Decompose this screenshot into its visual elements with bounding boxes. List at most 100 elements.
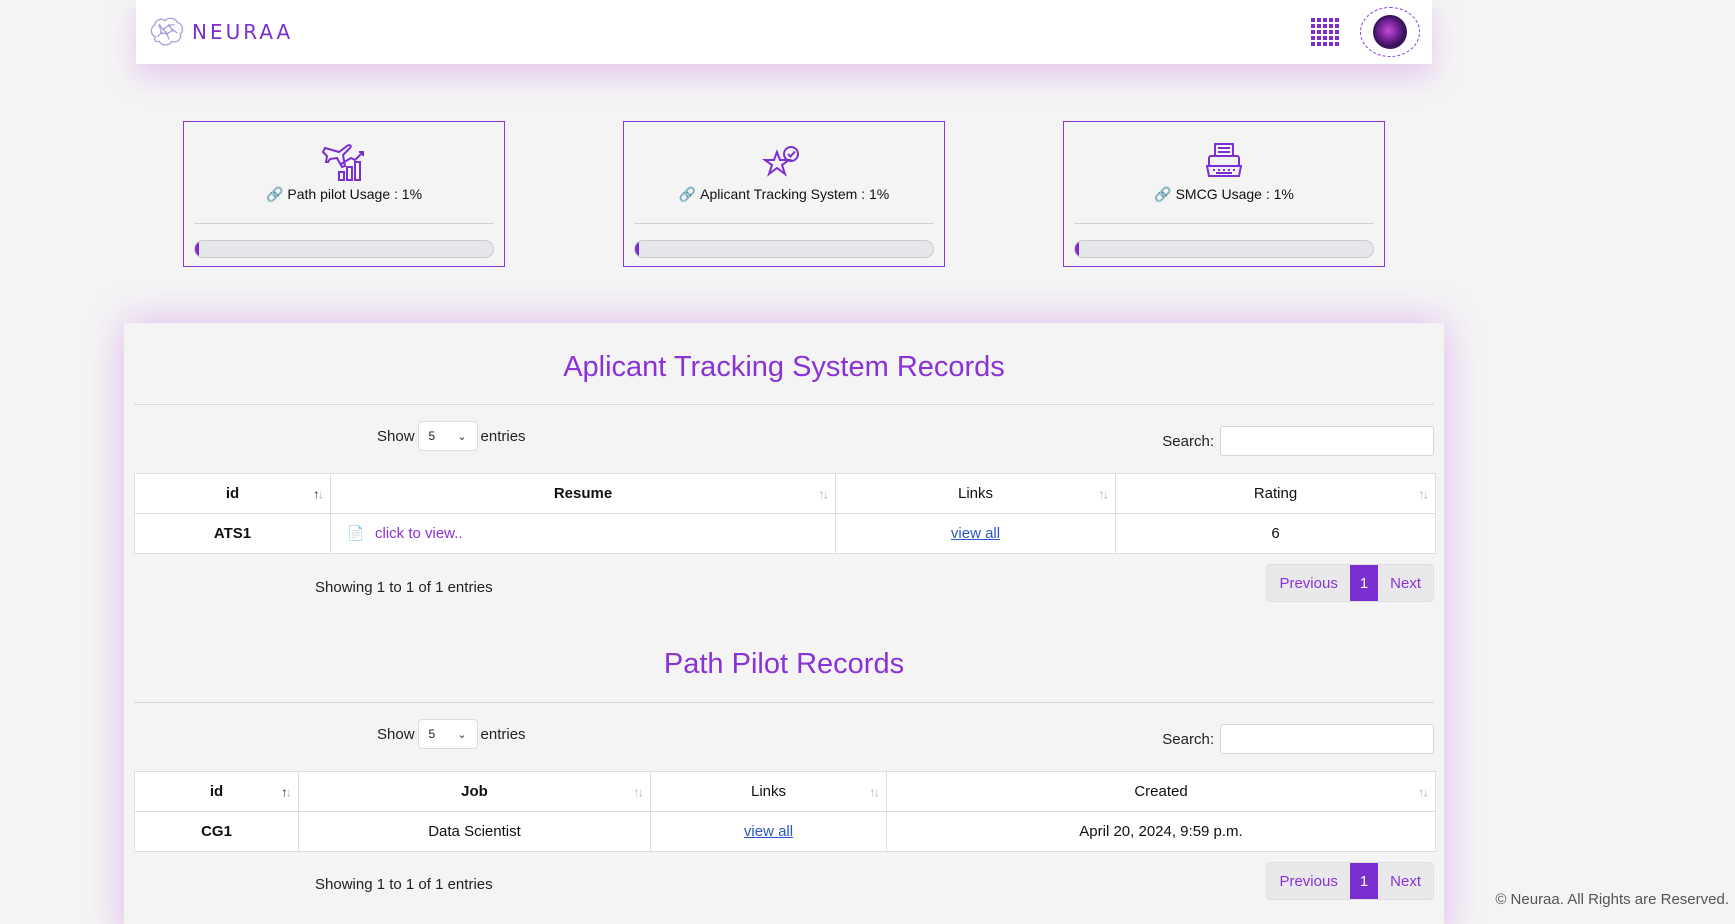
usage-progress-bar xyxy=(194,240,494,258)
pathpilot-table-info: Showing 1 to 1 of 1 entries xyxy=(315,876,493,893)
usage-progress-bar xyxy=(634,240,934,258)
entries-label: entries xyxy=(480,427,526,445)
progress-fill xyxy=(195,241,200,257)
divider xyxy=(134,702,1434,703)
page-1-button[interactable]: 1 xyxy=(1349,565,1379,601)
previous-page-button[interactable]: Previous xyxy=(1267,565,1349,601)
column-header-id[interactable]: id ↑↓ xyxy=(134,771,299,812)
pathpilot-usage-card[interactable]: 🔗 Path pilot Usage : 1% xyxy=(183,121,505,267)
sort-icon: ↑↓ xyxy=(1098,486,1109,501)
column-header-job[interactable]: Job ↑↓ xyxy=(298,771,651,812)
column-header-id[interactable]: id ↑↓ xyxy=(134,473,331,514)
sort-icon: ↑↓ xyxy=(1418,486,1429,501)
pathpilot-records-title: Path Pilot Records xyxy=(663,648,905,680)
ats-page-size-select[interactable]: 5 ⌄ xyxy=(417,421,478,451)
table-row: CG1 Data Scientist view all April 20, 20… xyxy=(134,811,1436,852)
pathpilot-page-size-select[interactable]: 5 ⌄ xyxy=(417,719,478,749)
column-header-links[interactable]: Links ↑↓ xyxy=(835,473,1116,514)
chevron-down-icon: ⌄ xyxy=(457,728,467,741)
entries-label: entries xyxy=(480,725,526,743)
ats-usage-card[interactable]: 🔗 Aplicant Tracking System : 1% xyxy=(623,121,945,267)
cell-id: ATS1 xyxy=(134,513,331,554)
page-size-value: 5 xyxy=(428,727,436,741)
header-text: id xyxy=(225,485,240,502)
page-size-value: 5 xyxy=(428,429,436,443)
cell-links: view all xyxy=(835,513,1116,554)
page-1-button[interactable]: 1 xyxy=(1349,863,1379,899)
table-row: ATS1 📄 click to view.. view all 6 xyxy=(134,513,1436,554)
records-panel: Aplicant Tracking System Records Show 5 … xyxy=(124,323,1444,924)
ats-length-control: Show 5 ⌄ entries xyxy=(377,421,526,451)
show-label: Show xyxy=(377,725,415,743)
next-page-button[interactable]: Next xyxy=(1378,565,1433,601)
ats-pagination: Previous 1 Next xyxy=(1266,564,1434,602)
brand-logo[interactable]: NEURAA xyxy=(148,16,293,48)
ats-table: id ↑↓ Resume ↑↓ Links ↑↓ Rating ↑↓ ATS1 📄 cl… xyxy=(134,473,1436,554)
divider xyxy=(194,223,494,224)
usage-text: SMCG Usage : 1% xyxy=(1175,186,1294,202)
cell-links: view all xyxy=(650,811,887,852)
avatar xyxy=(1373,15,1407,49)
sort-icon: ↑↓ xyxy=(633,784,644,799)
divider xyxy=(134,404,1434,405)
column-header-rating[interactable]: Rating ↑↓ xyxy=(1115,473,1436,514)
progress-fill xyxy=(1075,241,1080,257)
cell-created: April 20, 2024, 9:59 p.m. xyxy=(886,811,1436,852)
usage-progress-bar xyxy=(1074,240,1374,258)
brain-logo-icon xyxy=(150,17,184,46)
previous-page-button[interactable]: Previous xyxy=(1267,863,1349,899)
pathpilot-table: id ↑↓ Job ↑↓ Links ↑↓ Created ↑↓ CG1 Data Sc… xyxy=(134,771,1436,852)
header-text: Links xyxy=(957,485,994,502)
show-label: Show xyxy=(377,427,415,445)
view-all-link[interactable]: view all xyxy=(951,525,1000,542)
cell-rating: 6 xyxy=(1115,513,1436,554)
search-label: Search: xyxy=(1162,432,1214,450)
header-text: Created xyxy=(1134,783,1188,800)
pathpilot-pagination: Previous 1 Next xyxy=(1266,862,1434,900)
header-text: Job xyxy=(461,783,488,800)
ats-table-info: Showing 1 to 1 of 1 entries xyxy=(315,579,493,596)
document-icon: 📄 xyxy=(347,525,365,541)
typewriter-icon xyxy=(1205,143,1243,177)
pathpilot-length-control: Show 5 ⌄ entries xyxy=(377,719,526,749)
user-avatar-button[interactable] xyxy=(1360,7,1420,57)
ats-search-input[interactable] xyxy=(1220,426,1434,456)
divider xyxy=(634,223,934,224)
pathpilot-search-input[interactable] xyxy=(1220,724,1434,754)
view-all-link[interactable]: view all xyxy=(744,823,793,840)
column-header-links[interactable]: Links ↑↓ xyxy=(650,771,887,812)
link-icon: 🔗 xyxy=(265,186,284,202)
cell-resume: 📄 click to view.. xyxy=(330,513,836,554)
link-icon: 🔗 xyxy=(1154,186,1172,202)
airplane-chart-icon xyxy=(321,144,364,181)
top-header: NEURAA xyxy=(136,0,1432,64)
header-text: Rating xyxy=(1253,485,1298,502)
ats-records-title: Aplicant Tracking System Records xyxy=(563,351,1005,383)
column-header-created[interactable]: Created ↑↓ xyxy=(886,771,1436,812)
cell-id: CG1 xyxy=(134,811,299,852)
table-header-row: id ↑↓ Job ↑↓ Links ↑↓ Created ↑↓ xyxy=(134,771,1436,812)
next-page-button[interactable]: Next xyxy=(1378,863,1433,899)
header-text: Resume xyxy=(553,485,613,502)
column-header-resume[interactable]: Resume ↑↓ xyxy=(330,473,836,514)
pathpilot-search: Search: xyxy=(1162,724,1434,754)
smcg-usage-card[interactable]: 🔗 SMCG Usage : 1% xyxy=(1063,121,1385,267)
progress-fill xyxy=(635,241,640,257)
usage-text: Aplicant Tracking System : 1% xyxy=(700,186,890,202)
header-text: id xyxy=(209,783,224,800)
divider xyxy=(1074,223,1374,224)
header-text: Links xyxy=(750,783,787,800)
table-header-row: id ↑↓ Resume ↑↓ Links ↑↓ Rating ↑↓ xyxy=(134,473,1436,514)
resume-link[interactable]: click to view.. xyxy=(375,525,463,542)
cell-job: Data Scientist xyxy=(298,811,651,852)
apps-grid-icon[interactable] xyxy=(1310,17,1340,47)
sort-icon: ↑↓ xyxy=(1418,784,1429,799)
sort-icon: ↑↓ xyxy=(313,486,324,501)
card-label: 🔗 SMCG Usage : 1% xyxy=(1064,186,1384,203)
sort-icon: ↑↓ xyxy=(869,784,880,799)
header-actions xyxy=(1310,7,1420,57)
sort-icon: ↑↓ xyxy=(281,784,292,799)
link-icon: 🔗 xyxy=(678,186,697,202)
card-label: 🔗 Aplicant Tracking System : 1% xyxy=(624,186,944,203)
footer-copyright: © Neuraa. All Rights are Reserved. xyxy=(1495,891,1729,908)
